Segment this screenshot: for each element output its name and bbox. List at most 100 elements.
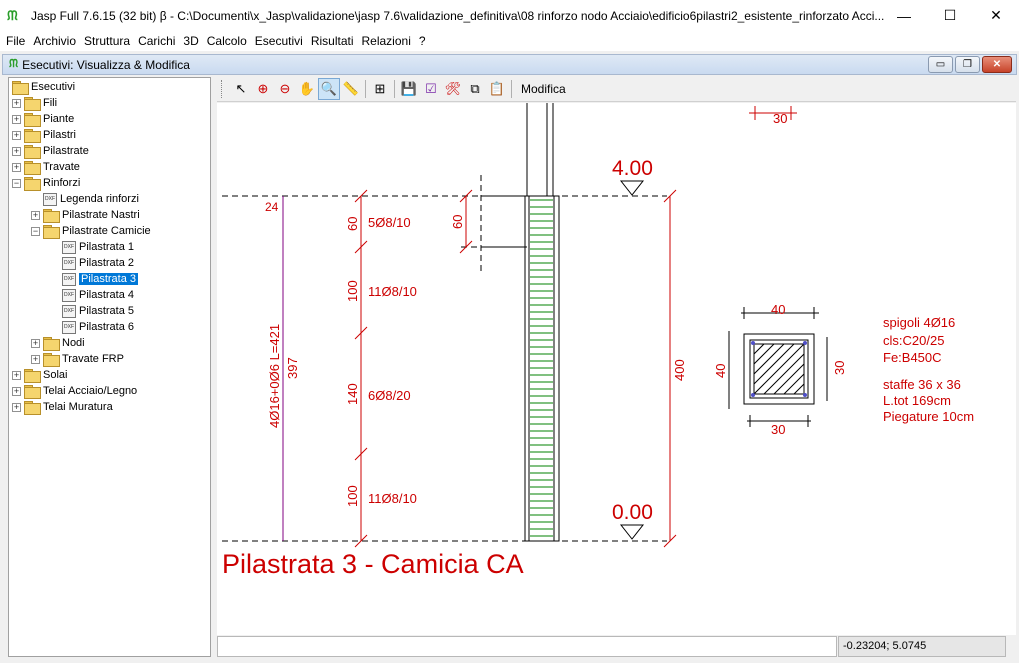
top-30: 30	[773, 111, 787, 126]
window-title: Jasp Full 7.6.15 (32 bit) β - C:\Documen…	[31, 8, 885, 23]
tree-item-label: Legenda rinforzi	[60, 193, 139, 205]
subwindow-minimize-button[interactable]: ▭	[928, 56, 953, 73]
menu-esecutivi[interactable]: Esecutivi	[251, 34, 307, 48]
expand-icon[interactable]: +	[12, 98, 21, 108]
tree-item-label: Pilastrata 3	[79, 273, 139, 285]
tree-item-piante[interactable]: + Piante	[12, 111, 74, 127]
tree-item-pilastrata-1[interactable]: DXF Pilastrata 1	[50, 239, 134, 255]
tree-item-telai-muratura[interactable]: + Telai Muratura	[12, 399, 113, 415]
folder-icon	[24, 145, 41, 159]
tree-item-label: Telai Acciaio/Legno	[43, 385, 138, 397]
paste-icon[interactable]: 📋	[486, 78, 508, 100]
expand-icon[interactable]: +	[31, 354, 40, 364]
measure-icon[interactable]: 📏	[340, 78, 362, 100]
folder-icon	[43, 225, 60, 239]
menu-help[interactable]: ?	[415, 34, 430, 48]
section-hatch	[753, 343, 805, 395]
tree-item-solai[interactable]: + Solai	[12, 367, 67, 383]
dim-24: 24	[265, 200, 279, 214]
tree-item-travate-frp[interactable]: + Travate FRP	[31, 351, 124, 367]
minimize-button[interactable]: —	[881, 0, 927, 31]
tools-icon[interactable]: 🛠	[442, 78, 464, 100]
expand-icon[interactable]: +	[12, 114, 21, 124]
menu-carichi[interactable]: Carichi	[134, 34, 179, 48]
folder-icon	[24, 129, 41, 143]
tree-item-fili[interactable]: + Fili	[12, 95, 57, 111]
pointer-icon[interactable]: ↖	[230, 78, 252, 100]
expand-icon[interactable]: +	[31, 210, 40, 220]
zoom-window-icon[interactable]: 🔍	[318, 78, 340, 100]
dxf-file-icon: DXF	[62, 288, 76, 302]
seg-100a-stirrups: 11Ø8/10	[368, 284, 417, 299]
seg-140-stirrups: 6Ø8/20	[368, 388, 411, 403]
note-line: spigoli 4Ø16	[883, 315, 955, 330]
bottom-level-marker	[619, 524, 645, 540]
note-line: staffe 36 x 36	[883, 377, 961, 392]
menu-calcolo[interactable]: Calcolo	[203, 34, 251, 48]
tree-item-travate[interactable]: + Travate	[12, 159, 80, 175]
tree-item-label: Pilastrata 5	[79, 305, 135, 317]
zoom-extents-icon[interactable]: ⊞	[369, 78, 391, 100]
tree-item-pilastri[interactable]: + Pilastri	[12, 127, 76, 143]
drawing-svg[interactable]: 24 4Ø16+0Ø6 L=421 397 60 5Ø8/10 100 11Ø8…	[217, 103, 1016, 635]
menu-struttura[interactable]: Struttura	[80, 34, 134, 48]
expand-icon[interactable]: +	[12, 130, 21, 140]
expand-icon[interactable]: +	[12, 386, 21, 396]
note-line: Piegature 10cm	[883, 409, 974, 424]
collapse-icon[interactable]: −	[12, 178, 21, 188]
expand-icon[interactable]: +	[31, 338, 40, 348]
pan-icon[interactable]: ✋	[296, 78, 318, 100]
folder-icon	[43, 209, 60, 223]
seg-60: 60	[345, 217, 360, 231]
folder-icon	[24, 401, 41, 415]
toolbar-grip[interactable]	[221, 80, 224, 98]
tree-item-pilastrata-5[interactable]: DXF Pilastrata 5	[50, 303, 134, 319]
dxf-file-icon: DXF	[62, 304, 76, 318]
zoom-in-icon[interactable]: ⊕	[252, 78, 274, 100]
folder-icon	[24, 385, 41, 399]
save-icon[interactable]: 💾	[398, 78, 420, 100]
toolbar-modifica-label[interactable]: Modifica	[521, 82, 566, 96]
tree-item-label: Pilastrate	[43, 145, 89, 157]
close-button[interactable]: ✕	[973, 0, 1019, 31]
menu-archivio[interactable]: Archivio	[29, 34, 80, 48]
tree-item-pilastrate-nastri[interactable]: + Pilastrate Nastri	[31, 207, 140, 223]
drawing-canvas[interactable]: 24 4Ø16+0Ø6 L=421 397 60 5Ø8/10 100 11Ø8…	[217, 103, 1016, 635]
collapse-icon[interactable]: −	[31, 226, 40, 236]
tree-item-telai-acciaio-legno[interactable]: + Telai Acciaio/Legno	[12, 383, 137, 399]
expand-icon[interactable]: +	[12, 162, 21, 172]
tree-item-legenda-rinforzi[interactable]: DXF Legenda rinforzi	[31, 191, 139, 207]
tree-item-label: Pilastrata 4	[79, 289, 135, 301]
expand-icon[interactable]: +	[12, 370, 21, 380]
dxf-file-icon: DXF	[62, 320, 76, 334]
menu-relazioni[interactable]: Relazioni	[358, 34, 415, 48]
zoom-out-icon[interactable]: ⊖	[274, 78, 296, 100]
tree-item-nodi[interactable]: + Nodi	[31, 335, 85, 351]
menu-risultati[interactable]: Risultati	[307, 34, 358, 48]
tree-item-pilastrata-6[interactable]: DXF Pilastrata 6	[50, 319, 134, 335]
bottom-level: 0.00	[612, 501, 653, 524]
top-level: 4.00	[612, 157, 653, 180]
copy-icon[interactable]: ⧉	[464, 78, 486, 100]
tree-item-pilastrata-4[interactable]: DXF Pilastrata 4	[50, 287, 134, 303]
tree-item-pilastrata-3[interactable]: DXF Pilastrata 3	[50, 271, 139, 287]
tree-item-label: Pilastri	[43, 129, 77, 141]
subwindow-close-button[interactable]: ✕	[982, 56, 1012, 73]
folder-icon	[24, 177, 41, 191]
tree-item-pilastrate[interactable]: + Pilastrate	[12, 143, 89, 159]
tree-item-pilastrata-2[interactable]: DXF Pilastrata 2	[50, 255, 134, 271]
menu-file[interactable]: File	[2, 34, 29, 48]
expand-icon[interactable]: +	[12, 402, 21, 412]
check-icon[interactable]: ☑	[420, 78, 442, 100]
dxf-file-icon: DXF	[62, 272, 76, 286]
tree-root-esecutivi[interactable]: Esecutivi	[12, 79, 75, 95]
tree-item-pilastrate-camicie[interactable]: − Pilastrate Camicie	[31, 223, 151, 239]
maximize-button[interactable]: ☐	[927, 0, 973, 31]
menu-3d[interactable]: 3D	[179, 34, 202, 48]
subwindow-restore-button[interactable]: ❐	[955, 56, 980, 73]
tree-item-label: Pilastrata 1	[79, 241, 135, 253]
expand-icon[interactable]: +	[12, 146, 21, 156]
tree-item-rinforzi[interactable]: − Rinforzi	[12, 175, 80, 191]
tree-panel[interactable]: Esecutivi + Fili + Piante + Pilastri + Pilastra…	[8, 77, 211, 657]
tree-item-label: Pilastrata 2	[79, 257, 135, 269]
